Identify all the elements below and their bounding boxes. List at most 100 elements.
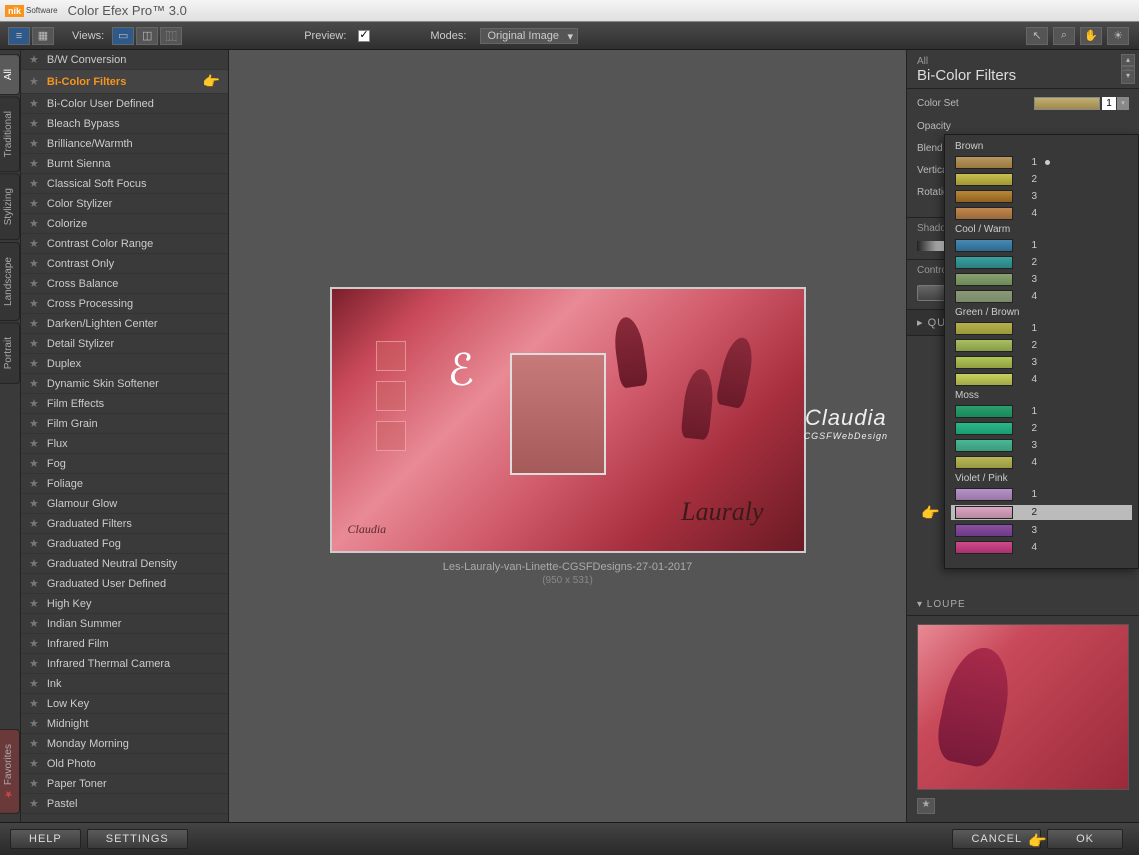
swatch-option[interactable]: 3 [955,273,1128,286]
filter-item[interactable]: ★Colorize [21,214,228,234]
star-icon[interactable]: ★ [29,197,39,210]
star-icon[interactable]: ★ [29,777,39,790]
star-icon[interactable]: ★ [29,377,39,390]
swatch-option[interactable]: 4 [955,541,1128,554]
filter-item[interactable]: ★Foliage [21,474,228,494]
star-icon[interactable]: ★ [29,457,39,470]
tab-landscape[interactable]: Landscape [0,242,20,321]
star-icon[interactable]: ★ [29,537,39,550]
star-icon[interactable]: ★ [29,97,39,110]
preview-checkbox[interactable] [358,30,370,42]
help-button[interactable]: HELP [10,829,81,849]
swatch-option[interactable]: 3 [955,190,1128,203]
swatch-option[interactable]: 2 [955,422,1128,435]
star-icon[interactable]: ★ [29,737,39,750]
star-icon[interactable]: ★ [29,217,39,230]
filter-item[interactable]: ★B/W Conversion [21,50,228,70]
loupe-favorite-button[interactable]: ★ [917,798,935,814]
list-view-icon[interactable]: ≡ [8,27,30,45]
swatch-option[interactable]: 1 [955,156,1128,169]
swatch-option[interactable]: 1 [955,405,1128,418]
star-icon[interactable]: ★ [29,637,39,650]
swatch-option[interactable]: 4 [955,207,1128,220]
star-icon[interactable]: ★ [29,357,39,370]
pan-icon[interactable]: ✋ [1080,27,1102,45]
star-icon[interactable]: ★ [29,597,39,610]
filter-item[interactable]: ★Bi-Color User Defined [21,94,228,114]
star-icon[interactable]: ★ [29,417,39,430]
star-icon[interactable]: ★ [29,337,39,350]
filter-item[interactable]: ★Infrared Film [21,634,228,654]
filter-item[interactable]: ★Detail Stylizer [21,334,228,354]
swatch-option[interactable]: 3 [955,439,1128,452]
filter-item[interactable]: ★Paper Toner [21,774,228,794]
loupe-section[interactable]: ▾ LOUPE [907,594,1139,616]
filter-item[interactable]: ★Pastel [21,794,228,814]
filter-item[interactable]: ★Brilliance/Warmth [21,134,228,154]
cancel-button[interactable]: CANCEL👉 [952,829,1041,849]
ok-button[interactable]: OK [1047,829,1123,849]
filter-item[interactable]: ★Burnt Sienna [21,154,228,174]
filter-item[interactable]: ★Classical Soft Focus [21,174,228,194]
star-icon[interactable]: ★ [29,75,39,88]
swatch-option[interactable]: 1 [955,239,1128,252]
star-icon[interactable]: ★ [29,177,39,190]
filter-item[interactable]: ★Fog [21,454,228,474]
filter-item[interactable]: ★Film Effects [21,394,228,414]
filter-item[interactable]: ★Dynamic Skin Softener [21,374,228,394]
colorset-swatch[interactable] [1034,97,1100,110]
star-icon[interactable]: ★ [29,657,39,670]
tab-traditional[interactable]: Traditional [0,96,20,172]
light-icon[interactable]: ☀ [1107,27,1129,45]
filter-item[interactable]: ★Ink [21,674,228,694]
swatch-option[interactable]: 2 [955,173,1128,186]
star-icon[interactable]: ★ [29,577,39,590]
filter-item[interactable]: ★Graduated Fog [21,534,228,554]
colorset-dropdown-icon[interactable]: ▾ [1117,97,1129,110]
swatch-option[interactable]: 1 [955,322,1128,335]
tab-all[interactable]: All [0,54,20,95]
filter-item[interactable]: ★High Key [21,594,228,614]
swatch-option[interactable]: 3 [955,356,1128,369]
star-icon[interactable]: ★ [29,717,39,730]
star-icon[interactable]: ★ [29,397,39,410]
filter-item[interactable]: ★Color Stylizer [21,194,228,214]
swatch-option[interactable]: 4 [955,373,1128,386]
filter-item[interactable]: ★Infrared Thermal Camera [21,654,228,674]
filter-item[interactable]: ★Flux [21,434,228,454]
star-icon[interactable]: ★ [29,497,39,510]
star-icon[interactable]: ★ [29,237,39,250]
swatch-option[interactable]: 👉2 [951,505,1132,520]
zoom-icon[interactable]: ⌕ [1053,27,1075,45]
side-view-icon[interactable]: ⿲ [160,27,182,45]
star-icon[interactable]: ★ [29,517,39,530]
swatch-option[interactable]: 2 [955,339,1128,352]
star-icon[interactable]: ★ [29,317,39,330]
star-icon[interactable]: ★ [29,617,39,630]
star-icon[interactable]: ★ [29,677,39,690]
star-icon[interactable]: ★ [29,557,39,570]
panel-dropdown-icon[interactable]: ▾ [1121,70,1135,84]
star-icon[interactable]: ★ [29,137,39,150]
swatch-option[interactable]: 1 [955,488,1128,501]
star-icon[interactable]: ★ [29,477,39,490]
thumb-view-icon[interactable]: ▦ [32,27,54,45]
single-view-icon[interactable]: ▭ [112,27,134,45]
filter-item[interactable]: ★Bleach Bypass [21,114,228,134]
filter-item[interactable]: ★Glamour Glow [21,494,228,514]
filter-item[interactable]: ★Monday Morning [21,734,228,754]
filter-item[interactable]: ★Contrast Only [21,254,228,274]
star-icon[interactable]: ★ [29,757,39,770]
pointer-icon[interactable]: ↖ [1026,27,1048,45]
filter-item[interactable]: ★Graduated Neutral Density [21,554,228,574]
star-icon[interactable]: ★ [29,257,39,270]
filter-item[interactable]: ★Old Photo [21,754,228,774]
tab-favorites[interactable]: ★ Favorites [0,729,20,814]
star-icon[interactable]: ★ [29,437,39,450]
star-icon[interactable]: ★ [29,697,39,710]
filter-list[interactable]: ★B/W Conversion★Bi-Color Filters👉★Bi-Col… [20,50,228,822]
filter-item[interactable]: ★Film Grain [21,414,228,434]
filter-item[interactable]: ★Graduated Filters [21,514,228,534]
star-icon[interactable]: ★ [29,117,39,130]
filter-item[interactable]: ★Darken/Lighten Center [21,314,228,334]
